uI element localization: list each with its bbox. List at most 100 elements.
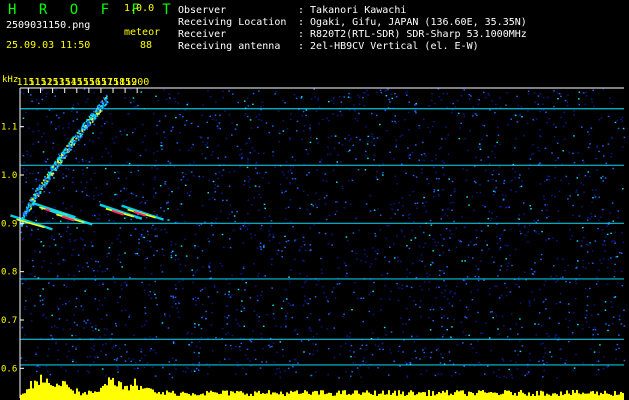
noise-pixel: [221, 265, 223, 267]
noise-pixel: [224, 358, 226, 360]
noise-pixel: [440, 99, 443, 101]
noise-pixel: [148, 284, 151, 286]
noise-pixel: [545, 298, 547, 301]
noise-pixel: [276, 368, 278, 370]
noise-pixel: [441, 325, 443, 328]
noise-pixel: [315, 343, 317, 346]
noise-pixel: [93, 195, 95, 197]
power-bar: [502, 393, 504, 400]
noise-pixel: [451, 109, 454, 111]
noise-pixel: [515, 361, 517, 364]
noise-pixel: [93, 123, 96, 126]
drift-pixel: [100, 101, 102, 104]
noise-pixel: [622, 188, 624, 190]
drift-pixel: [61, 156, 64, 158]
noise-pixel: [348, 92, 350, 95]
noise-pixel: [64, 259, 66, 262]
noise-pixel: [256, 299, 259, 302]
noise-pixel: [62, 259, 65, 261]
noise-pixel: [282, 130, 285, 132]
noise-pixel: [190, 147, 193, 149]
noise-pixel: [108, 252, 110, 254]
noise-pixel: [187, 102, 189, 104]
receiver-label: Receiver: [178, 29, 227, 40]
noise-pixel: [552, 265, 555, 267]
noise-pixel: [228, 114, 231, 116]
power-bar: [500, 394, 502, 400]
noise-pixel: [177, 301, 180, 303]
drift-pixel: [105, 98, 107, 101]
noise-pixel: [593, 105, 595, 107]
noise-pixel: [259, 246, 262, 248]
noise-pixel: [539, 162, 541, 164]
power-bar: [94, 391, 96, 400]
noise-pixel: [295, 239, 297, 241]
noise-pixel: [555, 275, 558, 277]
noise-pixel: [75, 334, 77, 337]
noise-pixel: [464, 137, 467, 140]
drift-pixel: [71, 146, 73, 148]
power-bar: [90, 391, 92, 400]
drift-pixel: [69, 140, 72, 143]
noise-pixel: [204, 144, 207, 146]
noise-pixel: [440, 317, 443, 319]
noise-pixel: [518, 186, 521, 188]
noise-pixel: [541, 209, 543, 212]
power-bar: [152, 389, 154, 400]
noise-pixel: [58, 263, 60, 265]
noise-pixel: [483, 91, 485, 94]
noise-pixel: [290, 269, 292, 271]
noise-pixel: [87, 265, 89, 268]
noise-pixel: [73, 274, 75, 277]
noise-pixel: [246, 166, 249, 169]
noise-pixel: [597, 280, 599, 282]
noise-pixel: [240, 148, 242, 151]
power-bar: [106, 385, 108, 400]
noise-pixel: [170, 251, 173, 254]
power-bar: [266, 393, 268, 400]
noise-pixel: [172, 297, 175, 299]
noise-pixel: [37, 130, 40, 132]
noise-pixel: [472, 257, 474, 259]
noise-pixel: [114, 344, 117, 347]
noise-pixel: [464, 280, 466, 282]
noise-pixel: [429, 309, 432, 311]
noise-pixel: [123, 217, 126, 219]
noise-pixel: [386, 272, 389, 275]
power-bar: [86, 394, 88, 400]
noise-pixel: [415, 357, 418, 359]
noise-pixel: [602, 258, 605, 260]
noise-pixel: [600, 262, 603, 264]
noise-pixel: [383, 326, 386, 329]
noise-pixel: [453, 188, 456, 190]
noise-pixel: [564, 269, 566, 272]
power-bar: [600, 392, 602, 400]
noise-pixel: [473, 365, 476, 367]
noise-pixel: [144, 354, 147, 357]
noise-pixel: [404, 361, 407, 363]
power-bar: [348, 393, 350, 400]
power-bar: [480, 391, 482, 400]
noise-pixel: [207, 192, 210, 194]
power-bar: [344, 390, 346, 400]
noise-pixel: [140, 235, 142, 237]
noise-pixel: [581, 205, 583, 208]
drift-pixel: [75, 134, 77, 136]
noise-pixel: [198, 362, 201, 364]
noise-pixel: [420, 315, 422, 318]
power-bar: [580, 394, 582, 400]
noise-pixel: [199, 136, 202, 138]
noise-pixel: [280, 307, 283, 309]
noise-pixel: [506, 336, 509, 338]
noise-pixel: [385, 95, 388, 97]
noise-pixel: [100, 125, 103, 127]
noise-pixel: [604, 301, 607, 303]
noise-pixel: [554, 336, 557, 339]
drift-pixel: [88, 121, 91, 123]
noise-pixel: [199, 347, 202, 349]
noise-pixel: [43, 191, 46, 193]
noise-pixel: [272, 233, 275, 236]
noise-pixel: [198, 352, 200, 354]
noise-pixel: [499, 269, 501, 271]
noise-pixel: [167, 188, 170, 190]
